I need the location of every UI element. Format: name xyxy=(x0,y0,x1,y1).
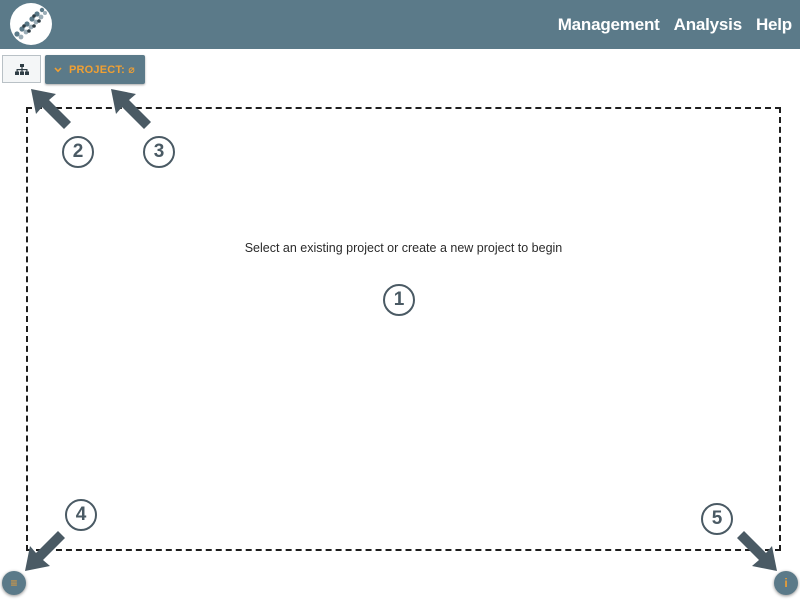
top-header: Management Analysis Help xyxy=(0,0,800,49)
marker-1: 1 xyxy=(383,284,415,316)
empty-workspace-message: Select an existing project or create a n… xyxy=(244,241,563,255)
info-icon: i xyxy=(784,576,788,590)
sitemap-icon xyxy=(14,63,29,75)
marker-3: 3 xyxy=(143,136,175,168)
info-button[interactable]: i xyxy=(774,571,798,595)
menu-button[interactable]: ≡ xyxy=(2,571,26,595)
project-selector-label: PROJECT: ⌀ xyxy=(69,64,136,76)
marker-4: 4 xyxy=(65,499,97,531)
menu-icon: ≡ xyxy=(10,576,18,590)
project-tree-button[interactable] xyxy=(2,55,41,83)
project-workspace: Select an existing project or create a n… xyxy=(26,107,781,551)
arrow-to-menu-button xyxy=(25,531,65,571)
project-selector-button[interactable]: PROJECT: ⌀ xyxy=(45,55,145,84)
nav-management[interactable]: Management xyxy=(558,15,660,35)
chevron-down-icon xyxy=(54,66,62,73)
arrow-to-info-button xyxy=(737,531,777,571)
marker-2: 2 xyxy=(62,136,94,168)
nav-help[interactable]: Help xyxy=(756,15,792,35)
arrow-to-project-button xyxy=(111,89,151,129)
arrow-to-tree-button xyxy=(31,89,71,129)
marker-5: 5 xyxy=(701,503,733,535)
dna-helix-logo-icon[interactable] xyxy=(4,2,58,46)
main-nav: Management Analysis Help xyxy=(558,0,792,49)
nav-analysis[interactable]: Analysis xyxy=(674,15,743,35)
